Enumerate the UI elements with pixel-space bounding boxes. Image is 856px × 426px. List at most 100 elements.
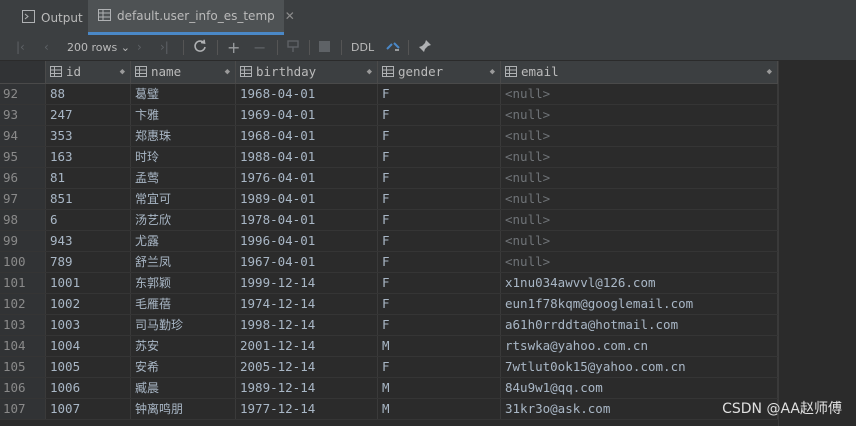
tab-user-info-es-temp[interactable]: default.user_info_es_temp ✕	[88, 0, 295, 35]
cell-birthday[interactable]: 1977-12-14	[236, 399, 378, 419]
pin-icon[interactable]	[418, 35, 432, 60]
cell-email[interactable]: <null>	[501, 168, 778, 188]
cell-email[interactable]: rtswka@yahoo.com.cn	[501, 336, 778, 356]
rows-selector[interactable]: 200 rows ⌄	[67, 35, 130, 60]
cell-id[interactable]: 353	[46, 126, 131, 146]
table-row[interactable]: 103 1003 司马勤珍 1998-12-14 Fa61h0rrddta@hotmai…	[0, 315, 778, 336]
cell-gender[interactable]: F	[378, 357, 501, 377]
cell-birthday[interactable]: 1968-04-01	[236, 126, 378, 146]
table-row[interactable]: 98 6 汤艺欣 1978-04-01 F <null>	[0, 210, 778, 231]
cell-id[interactable]: 247	[46, 105, 131, 125]
column-header-gender[interactable]: gender ◆	[378, 61, 501, 83]
cell-email[interactable]: x1nu034awvvl@126.com	[501, 273, 778, 293]
cell-gender[interactable]: F	[378, 126, 501, 146]
cell-gender[interactable]: F	[378, 189, 501, 209]
table-row[interactable]: 104 1004 苏安 2001-12-14 Mrtswka@yahoo.com.cn	[0, 336, 778, 357]
cell-gender[interactable]: F	[378, 273, 501, 293]
previous-page-icon[interactable]: ‹	[44, 35, 49, 60]
sort-icon[interactable]: ◆	[490, 61, 495, 83]
column-header-name[interactable]: name ◆	[131, 61, 236, 83]
cell-id[interactable]: 81	[46, 168, 131, 188]
cell-name[interactable]: 卞雅	[131, 105, 236, 125]
cell-id[interactable]: 1002	[46, 294, 131, 314]
cell-birthday[interactable]: 1968-04-01	[236, 84, 378, 104]
cell-id[interactable]: 1007	[46, 399, 131, 419]
cell-birthday[interactable]: 1998-12-14	[236, 315, 378, 335]
table-row[interactable]: 105 1005 安希 2005-12-14 F 7wtlut0ok15@yahoo.co…	[0, 357, 778, 378]
cell-email[interactable]: <null>	[501, 105, 778, 125]
cell-name[interactable]: 孟莺	[131, 168, 236, 188]
cell-email[interactable]: a61h0rrddta@hotmail.com	[501, 315, 778, 335]
cell-name[interactable]: 常宜可	[131, 189, 236, 209]
table-row[interactable]: 102 1002 毛雁蓓 1974-12-14 Feun1f78kqm@googlema…	[0, 294, 778, 315]
table-row[interactable]: 107 1007 钟离鸣朋 1977-12-14 M 31kr3o@ask.com	[0, 399, 778, 420]
table-row[interactable]: 106 1006 臧晨 1989-12-14 M 84u9w1@qq.com	[0, 378, 778, 399]
cell-id[interactable]: 1001	[46, 273, 131, 293]
cell-id[interactable]: 88	[46, 84, 131, 104]
cell-email[interactable]: <null>	[501, 231, 778, 251]
table-row[interactable]: 95 163 时玲 1988-04-01 F <null>	[0, 147, 778, 168]
cell-name[interactable]: 安希	[131, 357, 236, 377]
cell-gender[interactable]: F	[378, 210, 501, 230]
cell-birthday[interactable]: 2005-12-14	[236, 357, 378, 377]
table-row[interactable]: 92 88 葛璧 1968-04-01 F <null>	[0, 84, 778, 105]
commit-icon[interactable]	[287, 35, 299, 60]
cell-name[interactable]: 郑惠珠	[131, 126, 236, 146]
last-page-icon[interactable]: ›|	[160, 35, 169, 60]
cell-email[interactable]: <null>	[501, 147, 778, 167]
cell-birthday[interactable]: 1989-12-14	[236, 378, 378, 398]
cell-gender[interactable]: M	[378, 378, 501, 398]
table-row[interactable]: 100 789 舒兰凤 1967-04-01 F <null>	[0, 252, 778, 273]
cell-name[interactable]: 毛雁蓓	[131, 294, 236, 314]
table-row[interactable]: 97 851 常宜可 1989-04-01 F <null>	[0, 189, 778, 210]
sort-icon[interactable]: ◆	[225, 61, 230, 83]
column-header-birthday[interactable]: birthday ◆	[236, 61, 378, 83]
cell-birthday[interactable]: 1967-04-01	[236, 252, 378, 272]
cell-birthday[interactable]: 1974-12-14	[236, 294, 378, 314]
cell-name[interactable]: 司马勤珍	[131, 315, 236, 335]
ddl-button[interactable]: DDL	[351, 35, 374, 60]
cell-id[interactable]: 1004	[46, 336, 131, 356]
table-row[interactable]: 93 247 卞雅 1969-04-01 F <null>	[0, 105, 778, 126]
cell-name[interactable]: 臧晨	[131, 378, 236, 398]
table-row[interactable]: 94 353 郑惠珠 1968-04-01 F <null>	[0, 126, 778, 147]
cell-email[interactable]: <null>	[501, 210, 778, 230]
cell-email[interactable]: 84u9w1@qq.com	[501, 378, 778, 398]
cell-gender[interactable]: F	[378, 252, 501, 272]
cell-id[interactable]: 943	[46, 231, 131, 251]
tab-output[interactable]: Output	[8, 0, 88, 35]
cell-birthday[interactable]: 1978-04-01	[236, 210, 378, 230]
cell-name[interactable]: 葛璧	[131, 84, 236, 104]
add-row-icon[interactable]: +	[227, 35, 240, 60]
cell-birthday[interactable]: 1969-04-01	[236, 105, 378, 125]
cell-birthday[interactable]: 1989-04-01	[236, 189, 378, 209]
cell-birthday[interactable]: 2001-12-14	[236, 336, 378, 356]
cell-id[interactable]: 1003	[46, 315, 131, 335]
table-row[interactable]: 96 81 孟莺 1976-04-01 F <null>	[0, 168, 778, 189]
stop-icon[interactable]	[319, 35, 330, 60]
cell-id[interactable]: 6	[46, 210, 131, 230]
cell-birthday[interactable]: 1996-04-01	[236, 231, 378, 251]
cell-id[interactable]: 1005	[46, 357, 131, 377]
cell-birthday[interactable]: 1999-12-14	[236, 273, 378, 293]
cell-id[interactable]: 1006	[46, 378, 131, 398]
sort-icon[interactable]: ◆	[767, 61, 772, 83]
cell-gender[interactable]: F	[378, 168, 501, 188]
column-header-email[interactable]: email ◆	[501, 61, 778, 83]
cell-name[interactable]: 苏安	[131, 336, 236, 356]
cell-name[interactable]: 尤露	[131, 231, 236, 251]
cell-gender[interactable]: F	[378, 105, 501, 125]
cell-name[interactable]: 时玲	[131, 147, 236, 167]
cell-birthday[interactable]: 1976-04-01	[236, 168, 378, 188]
cell-gender[interactable]: F	[378, 315, 501, 335]
sort-icon[interactable]: ◆	[367, 61, 372, 83]
cell-email[interactable]: 7wtlut0ok15@yahoo.com.cn	[501, 357, 778, 377]
table-row[interactable]: 99 943 尤露 1996-04-01 F <null>	[0, 231, 778, 252]
remove-row-icon[interactable]: −	[253, 35, 266, 60]
cell-email[interactable]: <null>	[501, 189, 778, 209]
cell-id[interactable]: 789	[46, 252, 131, 272]
column-header-id[interactable]: id ◆	[46, 61, 131, 83]
cell-birthday[interactable]: 1988-04-01	[236, 147, 378, 167]
cell-gender[interactable]: F	[378, 294, 501, 314]
cell-name[interactable]: 舒兰凤	[131, 252, 236, 272]
